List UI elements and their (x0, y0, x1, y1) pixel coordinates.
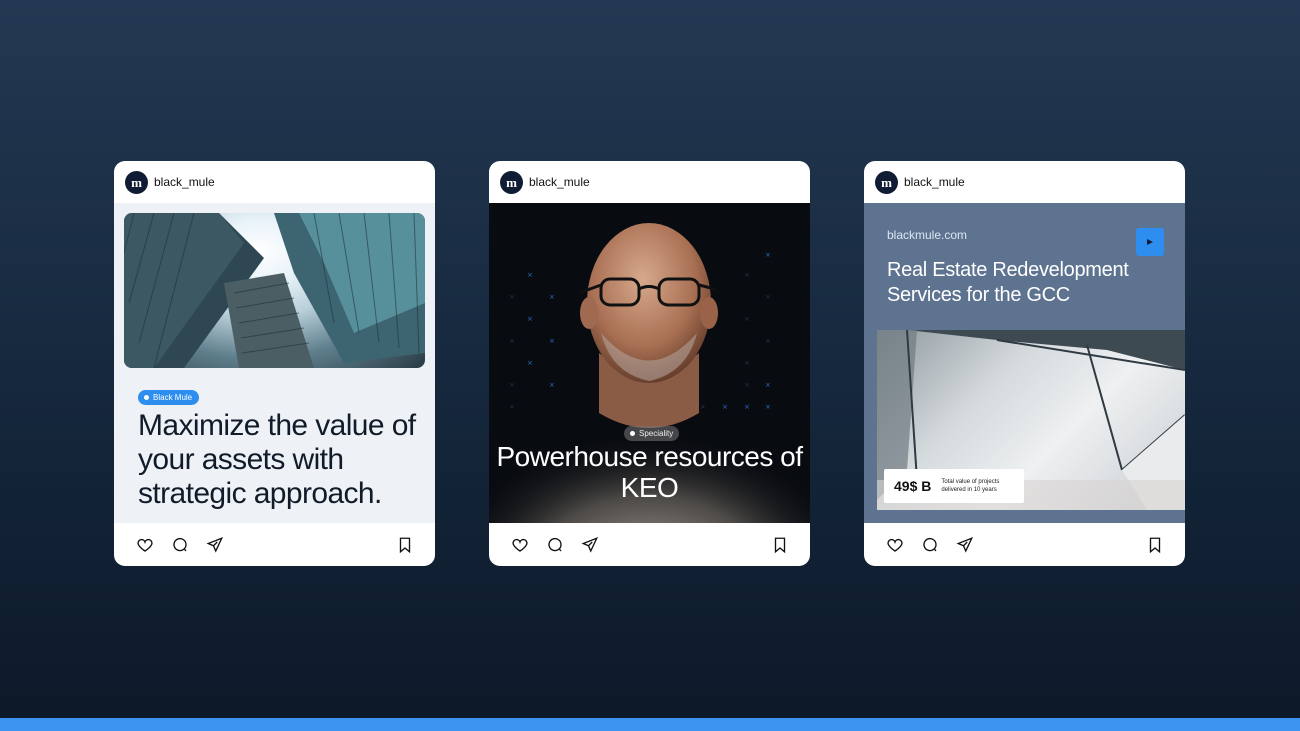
tag-label: Speciality (639, 429, 674, 438)
svg-text:×: × (765, 381, 771, 389)
avatar[interactable]: m (875, 170, 898, 194)
avatar[interactable]: m (125, 170, 148, 194)
share-icon[interactable] (580, 535, 600, 555)
comment-icon[interactable] (920, 535, 940, 555)
comment-icon[interactable] (170, 535, 190, 555)
share-icon[interactable] (205, 535, 225, 555)
bottom-accent-bar (0, 718, 1300, 731)
svg-text:×: × (509, 293, 515, 301)
heart-icon[interactable] (885, 535, 905, 555)
post-actions (489, 523, 810, 566)
post-actions (864, 523, 1185, 566)
skyscrapers-photo (124, 213, 425, 368)
username[interactable]: black_mule (904, 175, 965, 189)
post-media[interactable]: blackmule.com Real Estate Redevelopment … (864, 203, 1185, 523)
svg-text:×: × (509, 403, 515, 411)
svg-text:×: × (549, 337, 555, 345)
username[interactable]: black_mule (529, 175, 590, 189)
stat-label: Total value of projects delivered in 10 … (941, 479, 1000, 493)
bookmark-icon[interactable] (1145, 535, 1165, 555)
svg-text:×: × (765, 337, 771, 345)
svg-text:×: × (765, 251, 771, 259)
avatar[interactable]: m (500, 170, 523, 194)
post-media[interactable]: Black Mule Maximize the value of your as… (114, 203, 435, 523)
svg-text:×: × (744, 359, 750, 367)
dot-icon (630, 431, 635, 436)
stat-card: 49$ B Total value of projects delivered … (884, 469, 1024, 503)
post-headline: Real Estate Redevelopment Services for t… (887, 259, 1129, 306)
post-card-2: m black_mule × × × × × × × × × × × × × ×… (489, 161, 810, 566)
play-icon (1147, 239, 1153, 245)
tag-label: Black Mule (153, 393, 193, 402)
svg-text:×: × (549, 381, 555, 389)
svg-text:×: × (527, 359, 533, 367)
post-card-3: m black_mule blackmule.com Real Estate R… (864, 161, 1185, 566)
brand-tag: Black Mule (138, 390, 200, 405)
svg-text:×: × (765, 293, 771, 301)
post-media[interactable]: ××× ××× ×× ×× ×× ×× ×× ××× ×× × (489, 203, 810, 523)
svg-text:×: × (765, 403, 771, 411)
svg-text:×: × (509, 381, 515, 389)
svg-text:×: × (509, 337, 515, 345)
play-button[interactable] (1136, 228, 1164, 256)
skyscrapers-illustration (124, 213, 425, 368)
username[interactable]: black_mule (154, 175, 215, 189)
svg-text:×: × (744, 315, 750, 323)
post-headline: Powerhouse resources of KEO (496, 441, 803, 503)
comment-icon[interactable] (545, 535, 565, 555)
heart-icon[interactable] (135, 535, 155, 555)
post-actions (114, 523, 435, 566)
post-headline: Maximize the value of your assets with s… (138, 409, 416, 510)
post-header: m black_mule (489, 161, 810, 203)
bookmark-icon[interactable] (395, 535, 415, 555)
svg-text:×: × (744, 271, 750, 279)
post-header: m black_mule (864, 161, 1185, 203)
website-domain: blackmule.com (887, 228, 968, 242)
dot-icon (144, 395, 149, 400)
svg-text:×: × (527, 315, 533, 323)
post-header: m black_mule (114, 161, 435, 203)
svg-text:×: × (549, 293, 555, 301)
svg-text:×: × (527, 271, 533, 279)
stat-value: 49$ B (894, 478, 932, 494)
share-icon[interactable] (955, 535, 975, 555)
heart-icon[interactable] (510, 535, 530, 555)
speciality-tag: Speciality (624, 426, 680, 441)
post-card-1: m black_mule Black Mule Maximize the val… (114, 161, 435, 566)
svg-text:×: × (744, 381, 750, 389)
bookmark-icon[interactable] (770, 535, 790, 555)
